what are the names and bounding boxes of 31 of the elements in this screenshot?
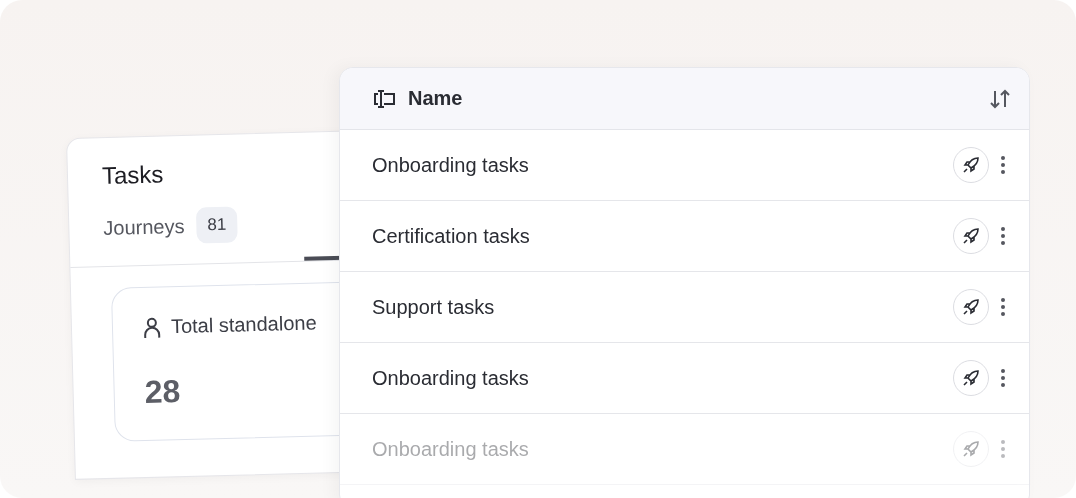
journeys-tab[interactable]: Journeys 81: [102, 206, 238, 247]
panel-title: Tasks: [101, 160, 164, 191]
count-badge: 81: [196, 206, 238, 244]
column-header: Name: [408, 87, 464, 110]
launch-button[interactable]: [953, 289, 989, 325]
row-name: Onboarding tasks: [372, 437, 530, 461]
sort-icon[interactable]: [989, 87, 1011, 110]
stat-value: 28: [144, 373, 181, 411]
rocket-icon: [962, 440, 980, 458]
more-button[interactable]: [999, 296, 1007, 318]
person-icon: [142, 316, 162, 339]
rocket-icon: [962, 298, 980, 316]
row-name: Support tasks: [372, 295, 496, 319]
more-button[interactable]: [999, 154, 1007, 176]
text-cursor-icon: [372, 88, 398, 109]
row-name: Certification tasks: [372, 224, 531, 248]
row-name: Onboarding tasks: [372, 153, 530, 177]
more-button[interactable]: [999, 225, 1007, 247]
rocket-icon: [962, 227, 980, 245]
more-button[interactable]: [999, 367, 1007, 389]
rocket-icon: [962, 369, 980, 387]
rocket-icon: [962, 156, 980, 174]
table-row[interactable]: Onboarding tasks: [340, 343, 1029, 414]
launch-button[interactable]: [953, 147, 989, 183]
table-row[interactable]: Support tasks: [340, 272, 1029, 343]
launch-button[interactable]: [953, 218, 989, 254]
row-name: Onboarding tasks: [372, 366, 530, 390]
launch-button[interactable]: [953, 360, 989, 396]
table-row[interactable]: Certification tasks: [340, 201, 1029, 272]
stat-label: Total standalone: [170, 311, 317, 339]
table-row[interactable]: Onboarding tasks: [340, 130, 1029, 201]
